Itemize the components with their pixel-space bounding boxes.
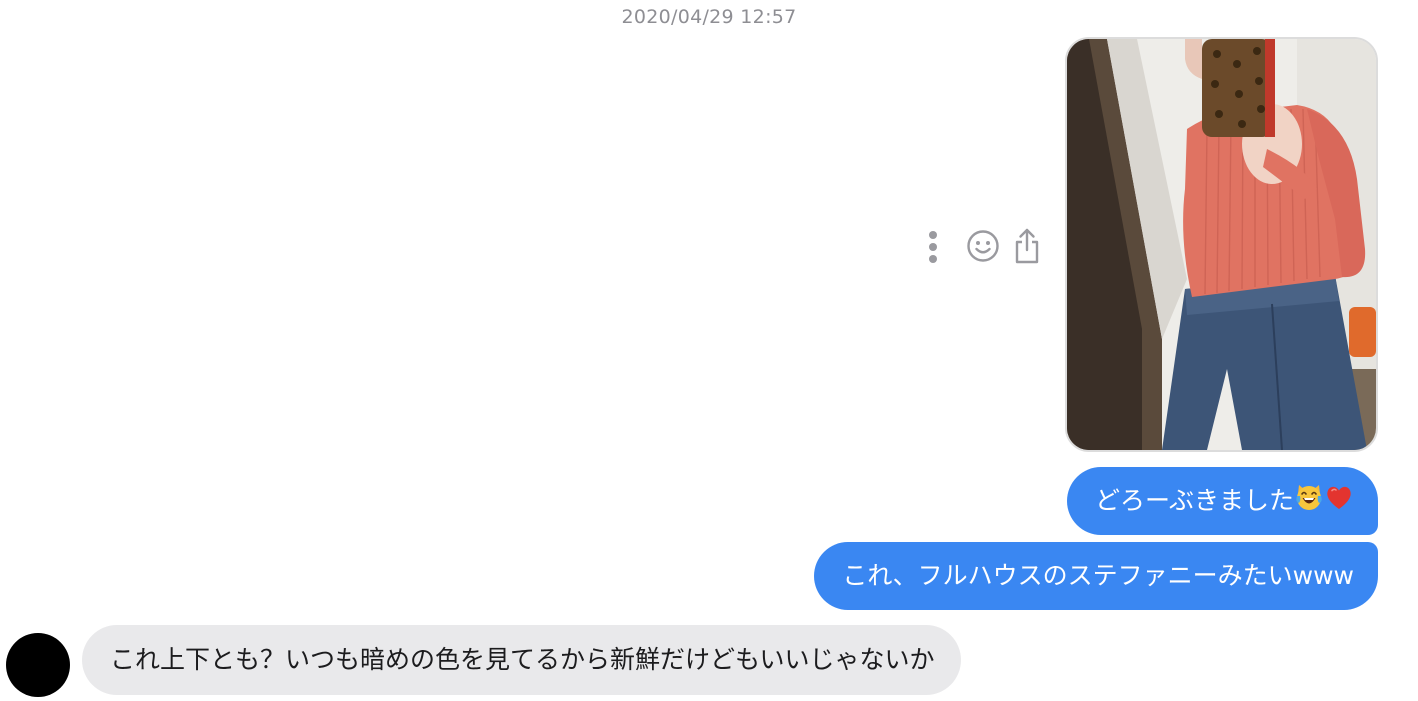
message-text: どろーぶきました [1094, 486, 1294, 515]
outgoing-message-bubble[interactable]: これ、フルハウスのステファニーみたいwww [814, 542, 1378, 610]
mirror-selfie-photo [1067, 39, 1376, 450]
more-options-icon[interactable] [918, 226, 948, 266]
cat-tears-of-joy-emoji [1294, 482, 1324, 521]
avatar[interactable] [6, 633, 70, 697]
message-text: これ、フルハウスのステファニーみたいwww [842, 561, 1354, 590]
photo-message[interactable] [1065, 37, 1378, 452]
message-text: これ上下とも？いつも暗めの色を見てるから新鮮だけどもいいじゃないか [110, 645, 935, 674]
incoming-message-bubble[interactable]: これ上下とも？いつも暗めの色を見てるから新鮮だけどもいいじゃないか [82, 625, 961, 695]
red-heart-emoji [1324, 482, 1354, 521]
smiley-react-icon[interactable] [966, 229, 1000, 263]
share-icon[interactable] [1012, 226, 1042, 266]
message-thread: 2020/04/29 12:57 どろーぶきました これ、フルハウスのステファニ… [0, 0, 1418, 701]
message-actions [918, 223, 1042, 269]
message-timestamp: 2020/04/29 12:57 [621, 6, 797, 28]
outgoing-message-bubble[interactable]: どろーぶきました [1066, 467, 1378, 535]
